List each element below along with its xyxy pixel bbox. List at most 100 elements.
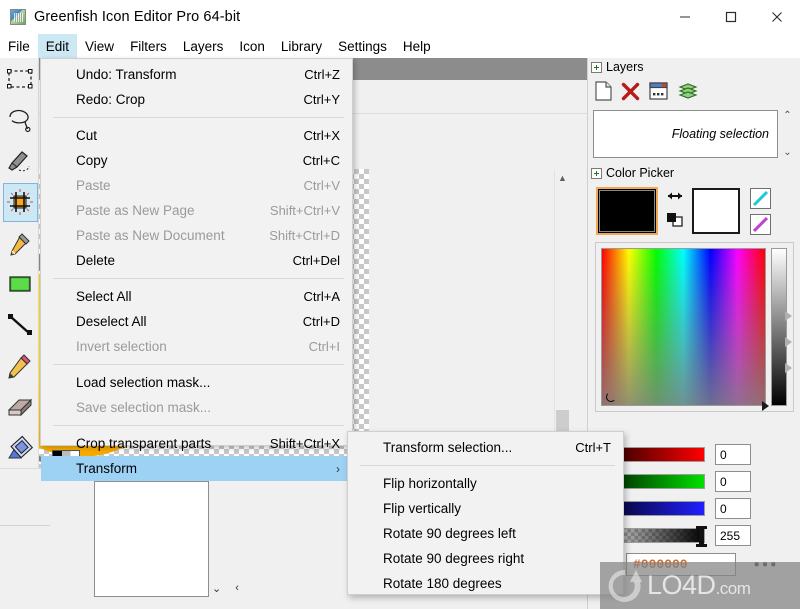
maximize-button[interactable] (708, 0, 754, 34)
menu-item-select-all[interactable]: Select All Ctrl+A (41, 284, 352, 309)
hsv-color-square[interactable] (601, 248, 766, 406)
color-picker-tool[interactable] (0, 222, 39, 263)
new-layer-button[interactable] (595, 81, 612, 106)
menu-view[interactable]: View (77, 34, 122, 58)
rectangle-select-icon (0, 58, 39, 99)
line-icon (0, 304, 39, 345)
submenu-arrow-icon: › (336, 461, 340, 476)
menu-item-label: Paste as New Page (76, 203, 195, 218)
value-slider[interactable] (771, 248, 787, 406)
menu-help[interactable]: Help (395, 34, 439, 58)
layer-properties-button[interactable] (649, 82, 668, 105)
menu-item-flip-vertically[interactable]: Flip vertically (348, 496, 623, 521)
menu-item-save-selection-mask: Save selection mask... (41, 395, 352, 420)
watermark-logo-icon (608, 569, 642, 602)
preview-scroll-down[interactable]: ⌄ (212, 582, 221, 595)
minimize-button[interactable] (662, 0, 708, 34)
delete-layer-button[interactable] (621, 82, 640, 106)
eraser-tool[interactable] (0, 386, 39, 427)
menu-item-rotate-180-degrees[interactable]: Rotate 180 degrees (348, 571, 623, 596)
layer-scroll-up-icon[interactable]: ⌃ (783, 110, 791, 121)
alpha-slider-knob[interactable] (696, 526, 707, 547)
expand-layers-icon[interactable] (591, 61, 602, 73)
menu-item-crop-transparent-parts[interactable]: Crop transparent parts Shift+Ctrl+X (41, 431, 352, 456)
background-color-swatch[interactable] (692, 188, 740, 234)
pencil-tool[interactable] (0, 345, 39, 386)
menu-item-paste: Paste Ctrl+V (41, 173, 352, 198)
green-value-field[interactable]: 0 (715, 471, 751, 492)
layers-panel-header[interactable]: Layers (588, 58, 800, 76)
merge-layers-button[interactable] (677, 82, 698, 105)
menu-item-shortcut: Ctrl+V (303, 178, 340, 193)
alpha-value-field[interactable]: 255 (715, 525, 751, 546)
menu-item-rotate-90-degrees-left[interactable]: Rotate 90 degrees left (348, 521, 623, 546)
menu-settings[interactable]: Settings (330, 34, 395, 58)
crop-tool[interactable] (0, 181, 39, 222)
menu-filters[interactable]: Filters (122, 34, 175, 58)
window-controls (662, 0, 800, 34)
layer-list-scrollbar[interactable]: ⌃ ⌄ (780, 110, 795, 158)
swap-colors-button[interactable] (665, 189, 685, 207)
shape-tool[interactable] (0, 427, 39, 468)
rectangle-select-tool[interactable] (0, 58, 39, 99)
hsv-arrow-2[interactable] (785, 337, 792, 347)
blue-value-field[interactable]: 0 (715, 498, 751, 519)
menu-item-label: Transform (76, 461, 138, 476)
edit-dropdown-menu: Undo: Transform Ctrl+Z Redo: Crop Ctrl+Y Cut… (40, 58, 353, 481)
menu-item-flip-horizontally[interactable]: Flip horizontally (348, 471, 623, 496)
hsv-arrow-1[interactable] (785, 311, 792, 321)
line-tool[interactable] (0, 304, 39, 345)
menu-edit[interactable]: Edit (37, 34, 78, 58)
gradient-magenta-button[interactable] (750, 213, 771, 235)
menu-item-label: Invert selection (76, 339, 167, 354)
menu-item-label: Cut (76, 128, 98, 143)
menu-item-delete[interactable]: Delete Ctrl+Del (41, 248, 352, 273)
watermark: LO4D.com (600, 562, 800, 609)
menu-separator (53, 425, 344, 426)
menu-separator (360, 465, 615, 466)
foreground-color-swatch[interactable] (596, 187, 658, 235)
close-button[interactable] (754, 0, 800, 34)
menu-item-label: Rotate 90 degrees right (383, 551, 525, 566)
layer-toolbar (588, 76, 800, 110)
paint-bucket-tool[interactable] (0, 263, 39, 304)
paint-bucket-icon (0, 263, 39, 304)
reset-colors-button[interactable] (666, 212, 684, 233)
merge-layers-icon (678, 83, 698, 99)
menu-item-load-selection-mask[interactable]: Load selection mask... (41, 370, 352, 395)
menu-item-shortcut: Ctrl+Z (304, 67, 340, 82)
delete-layer-icon (621, 82, 640, 100)
color-picker-header[interactable]: Color Picker (588, 164, 800, 182)
menu-item-deselect-all[interactable]: Deselect All Ctrl+D (41, 309, 352, 334)
eyedropper-icon (0, 222, 39, 263)
menu-file[interactable]: File (0, 34, 38, 58)
menu-item-undo-transform[interactable]: Undo: Transform Ctrl+Z (41, 62, 352, 87)
layer-list-item[interactable]: Floating selection (672, 127, 769, 141)
menu-item-shortcut: Ctrl+Del (292, 253, 340, 268)
page-preview[interactable] (94, 481, 209, 597)
menu-layers[interactable]: Layers (175, 34, 232, 58)
expand-color-picker-icon[interactable] (591, 167, 602, 179)
layer-scroll-down-icon[interactable]: ⌄ (783, 147, 791, 158)
red-value-field[interactable]: 0 (715, 444, 751, 465)
hsv-arrow-3[interactable] (785, 363, 792, 373)
menu-item-copy[interactable]: Copy Ctrl+C (41, 148, 352, 173)
freehand-select-tool[interactable] (0, 140, 39, 181)
menu-item-redo-crop[interactable]: Redo: Crop Ctrl+Y (41, 87, 352, 112)
lasso-select-tool[interactable] (0, 99, 39, 140)
menu-icon[interactable]: Icon (231, 34, 273, 58)
gradient-cyan-button[interactable] (750, 187, 771, 209)
layer-list[interactable]: Floating selection (593, 110, 778, 158)
menu-item-transform-selection[interactable]: Transform selection... Ctrl+T (348, 435, 623, 460)
menu-item-label: Redo: Crop (76, 92, 146, 107)
menu-library[interactable]: Library (273, 34, 330, 58)
hsv-cursor (606, 392, 616, 402)
scroll-up-arrow[interactable]: ▲ (555, 170, 570, 185)
preview-scroll-left[interactable]: ‹ (235, 582, 239, 594)
menu-item-cut[interactable]: Cut Ctrl+X (41, 123, 352, 148)
menu-separator (53, 364, 344, 365)
menu-item-rotate-90-degrees-right[interactable]: Rotate 90 degrees right (348, 546, 623, 571)
menu-item-transform[interactable]: Transform › (41, 456, 352, 481)
menu-item-shortcut: Ctrl+A (303, 289, 340, 304)
color-swatch-row (588, 182, 800, 235)
